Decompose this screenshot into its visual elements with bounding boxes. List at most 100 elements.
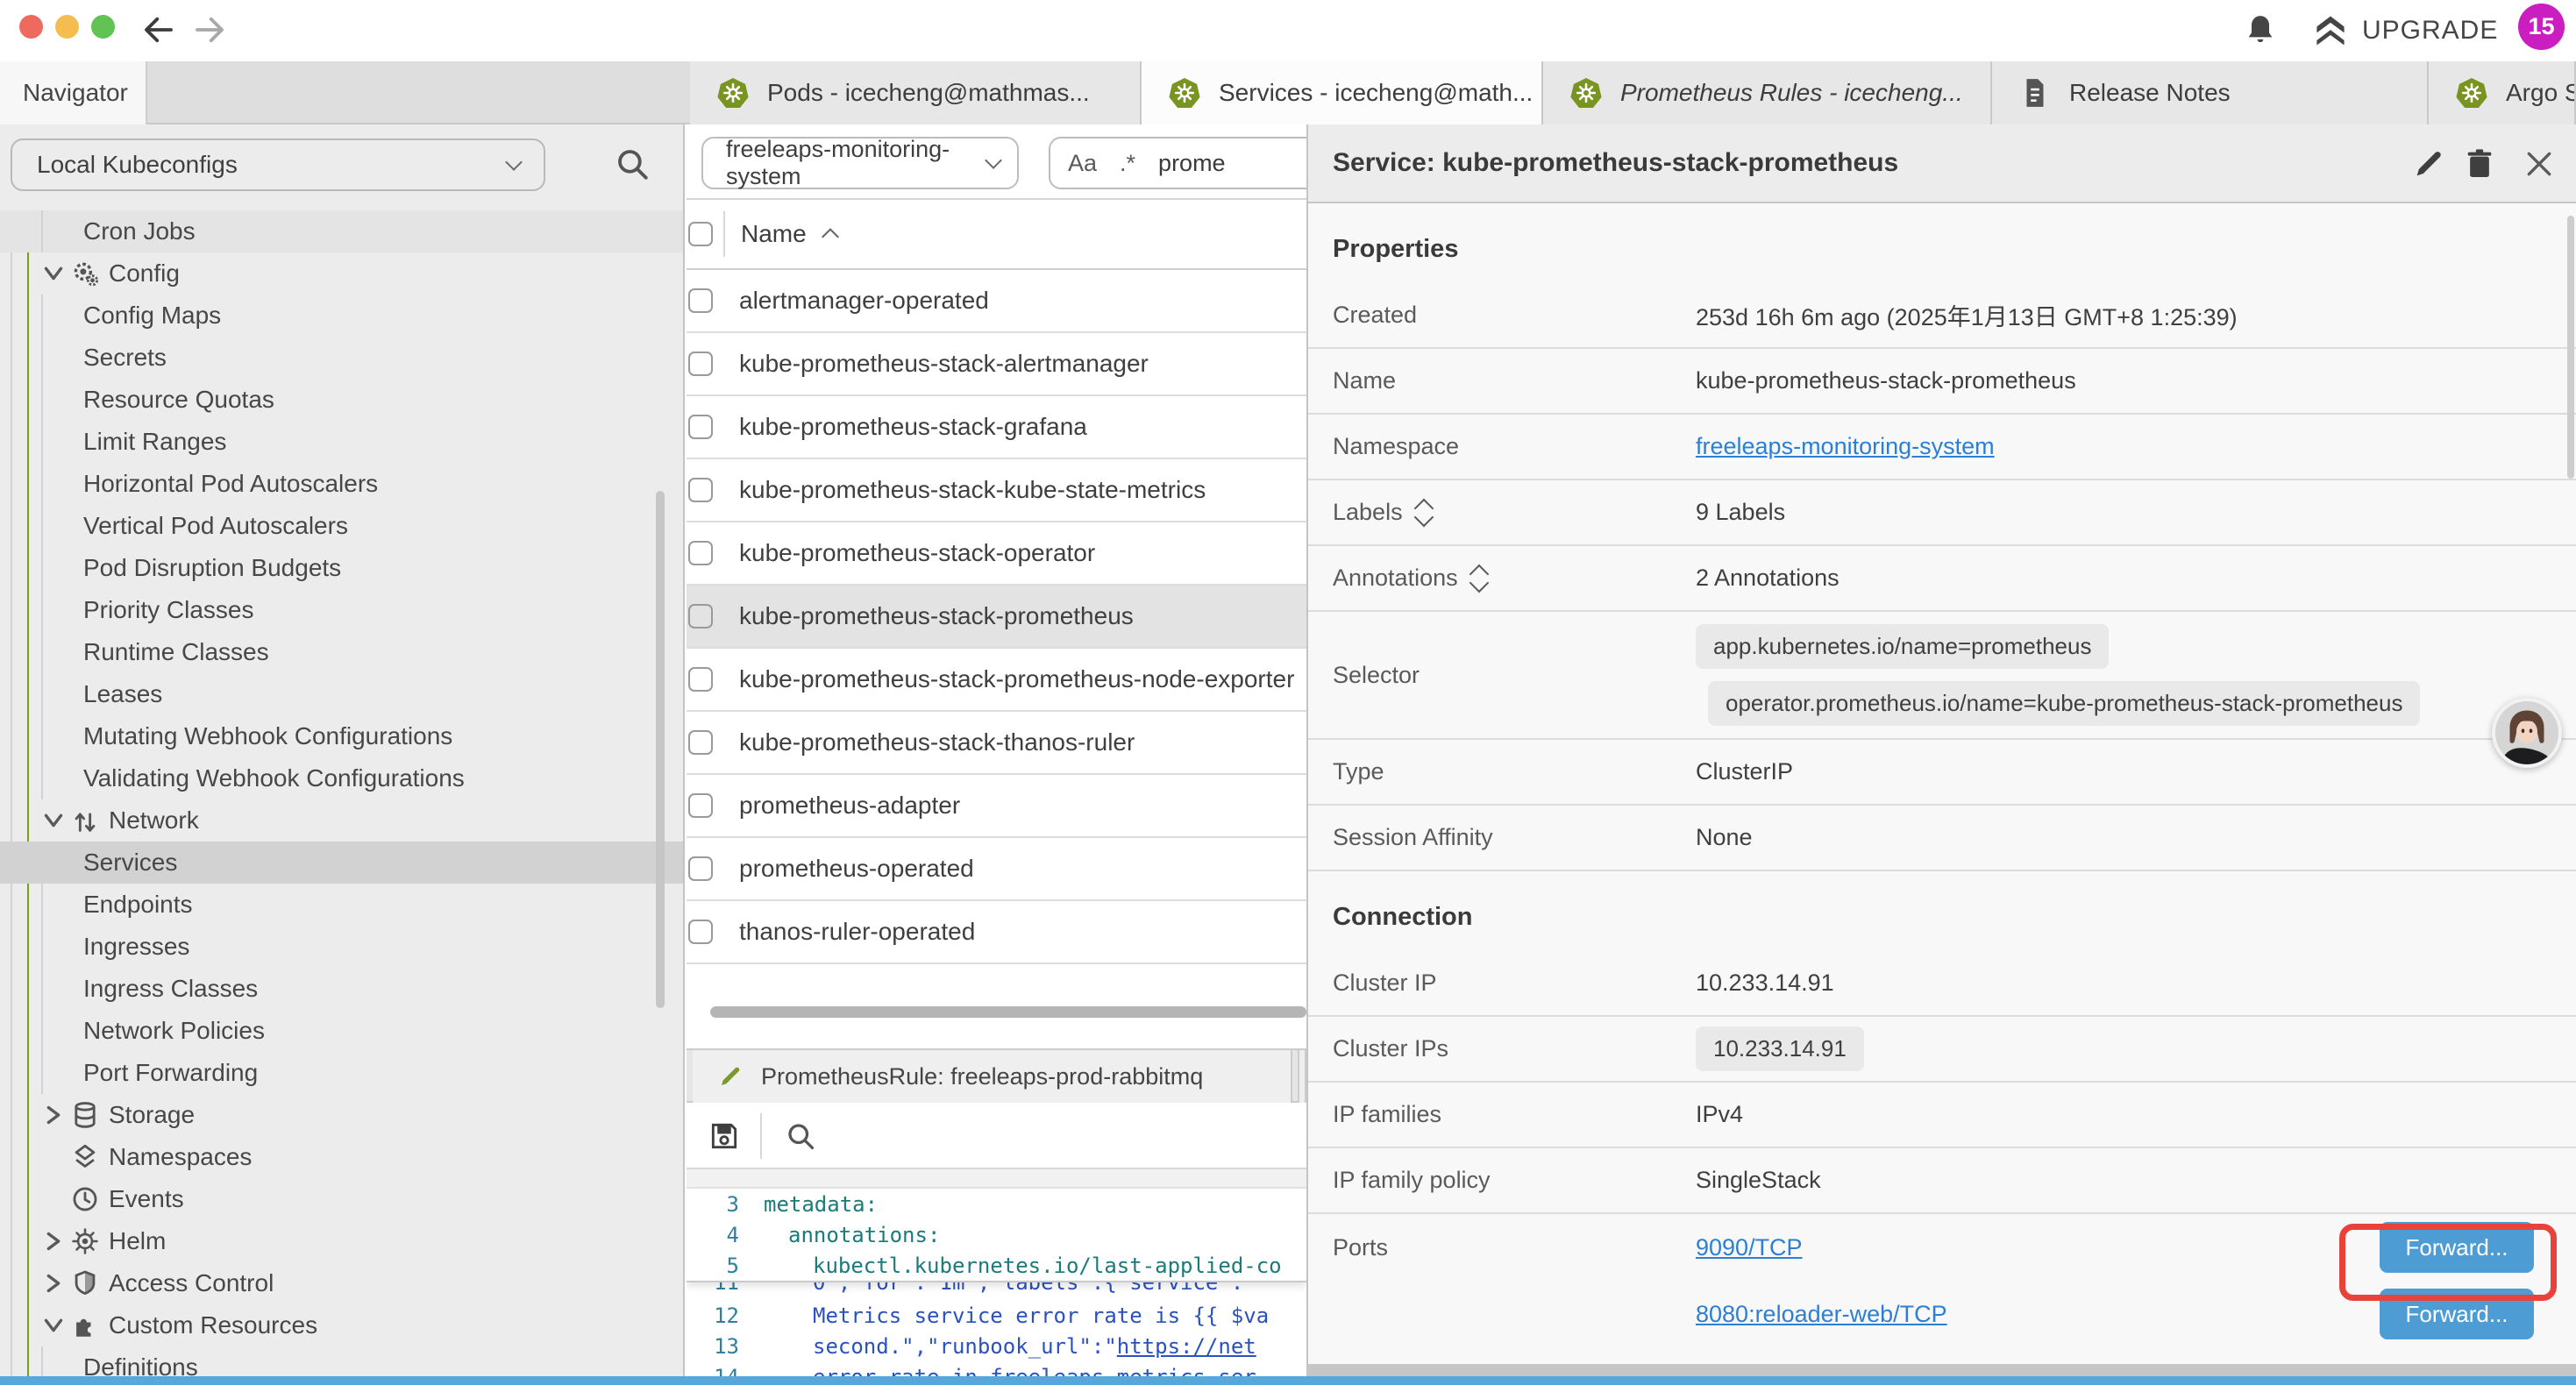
regex-icon[interactable]: .* bbox=[1120, 150, 1135, 177]
sidebar-item-port-forwarding[interactable]: Port Forwarding bbox=[0, 1052, 685, 1094]
row-checkbox[interactable] bbox=[688, 667, 713, 692]
sidebar-item-label: Network bbox=[109, 806, 199, 835]
table-row[interactable]: prometheus-operated bbox=[687, 838, 1306, 901]
forward-arrow-icon[interactable] bbox=[191, 11, 228, 48]
sidebar-item-storage[interactable]: Storage bbox=[0, 1094, 685, 1136]
editor-tab-partial[interactable] bbox=[1298, 1050, 1306, 1103]
row-checkbox[interactable] bbox=[688, 793, 713, 818]
sidebar-item-vertical-pod-autoscalers[interactable]: Vertical Pod Autoscalers bbox=[0, 505, 685, 547]
editor-search-icon[interactable] bbox=[785, 1120, 816, 1152]
tree-guide-segment bbox=[41, 295, 43, 337]
save-icon[interactable] bbox=[708, 1119, 741, 1153]
table-search-input[interactable]: Aa .* prome bbox=[1049, 137, 1306, 189]
delete-trash-icon[interactable] bbox=[2462, 146, 2497, 181]
table-row[interactable]: kube-prometheus-stack-thanos-ruler bbox=[687, 712, 1306, 775]
sidebar-item-helm[interactable]: Helm bbox=[0, 1220, 685, 1262]
table-row[interactable]: thanos-ruler-operated bbox=[687, 901, 1306, 964]
close-icon[interactable] bbox=[2522, 146, 2557, 181]
edit-pencil-icon[interactable] bbox=[2411, 146, 2446, 181]
expand-toggle-icon[interactable] bbox=[1472, 567, 1486, 590]
sidebar-item-priority-classes[interactable]: Priority Classes bbox=[0, 589, 685, 631]
chevron-right-icon[interactable] bbox=[39, 1268, 68, 1298]
sidebar-item-runtime-classes[interactable]: Runtime Classes bbox=[0, 631, 685, 673]
row-checkbox[interactable] bbox=[688, 541, 713, 565]
row-checkbox[interactable] bbox=[688, 478, 713, 502]
editor-link[interactable]: https://net bbox=[1117, 1334, 1256, 1359]
row-checkbox[interactable] bbox=[688, 920, 713, 944]
tab-release-notes[interactable]: Release Notes bbox=[1992, 61, 2429, 124]
table-row[interactable]: kube-prometheus-stack-prometheus bbox=[687, 586, 1306, 649]
sidebar-item-network[interactable]: Network bbox=[0, 799, 685, 842]
upgrade-label[interactable]: UPGRADE bbox=[2362, 16, 2498, 46]
sidebar-item-validating-webhook-configurations[interactable]: Validating Webhook Configurations bbox=[0, 757, 685, 799]
sidebar-item-namespaces[interactable]: Namespaces bbox=[0, 1136, 685, 1178]
sidebar-item-ingress-classes[interactable]: Ingress Classes bbox=[0, 968, 685, 1010]
window-zoom-button[interactable] bbox=[91, 15, 115, 39]
sort-ascending-icon[interactable] bbox=[819, 223, 842, 245]
chevron-down-icon[interactable] bbox=[39, 259, 68, 288]
sidebar-item-leases[interactable]: Leases bbox=[0, 673, 685, 715]
notification-count-badge[interactable]: 15 bbox=[2518, 4, 2565, 50]
tab-argo-se[interactable]: Argo Se bbox=[2429, 61, 2576, 124]
upgrade-chevrons-icon[interactable] bbox=[2311, 11, 2350, 50]
chevron-right-icon[interactable] bbox=[39, 1226, 68, 1256]
sidebar-item-ingresses[interactable]: Ingresses bbox=[0, 926, 685, 968]
notifications-bell-icon[interactable] bbox=[2243, 11, 2278, 49]
table-row[interactable]: kube-prometheus-stack-prometheus-node-ex… bbox=[687, 649, 1306, 712]
expand-toggle-icon[interactable] bbox=[1417, 501, 1431, 524]
sidebar-item-access-control[interactable]: Access Control bbox=[0, 1262, 685, 1304]
name-column-header[interactable]: Name bbox=[741, 220, 807, 248]
table-row[interactable]: kube-prometheus-stack-operator bbox=[687, 522, 1306, 586]
window-close-button[interactable] bbox=[19, 15, 43, 39]
namespace-link[interactable]: freeleaps-monitoring-system bbox=[1696, 433, 1995, 459]
sidebar-item-custom-resources[interactable]: Custom Resources bbox=[0, 1304, 685, 1346]
namespace-selector[interactable]: freeleaps-monitoring-system bbox=[701, 137, 1019, 189]
sidebar-item-mutating-webhook-configurations[interactable]: Mutating Webhook Configurations bbox=[0, 715, 685, 757]
table-row[interactable]: kube-prometheus-stack-kube-state-metrics bbox=[687, 459, 1306, 522]
sidebar-item-network-policies[interactable]: Network Policies bbox=[0, 1010, 685, 1052]
chevron-down-icon[interactable] bbox=[39, 1310, 68, 1340]
port-link[interactable]: 8080:reloader-web/TCP bbox=[1696, 1301, 1947, 1328]
row-checkbox[interactable] bbox=[688, 352, 713, 376]
table-row[interactable]: alertmanager-operated bbox=[687, 270, 1306, 333]
tab-prometheus-rules-icecheng[interactable]: Prometheus Rules - icecheng... bbox=[1543, 61, 1992, 124]
row-checkbox[interactable] bbox=[688, 415, 713, 439]
select-all-checkbox[interactable] bbox=[688, 222, 713, 246]
tab-pods-icecheng-mathmas[interactable]: Pods - icecheng@mathmas... bbox=[690, 61, 1142, 124]
sidebar-item-events[interactable]: Events bbox=[0, 1178, 685, 1220]
table-row[interactable]: kube-prometheus-stack-grafana bbox=[687, 396, 1306, 459]
sidebar-item-definitions[interactable]: Definitions bbox=[0, 1346, 685, 1378]
port-link[interactable]: 9090/TCP bbox=[1696, 1234, 1803, 1261]
sidebar-item-secrets[interactable]: Secrets bbox=[0, 337, 685, 379]
chevron-right-icon[interactable] bbox=[39, 1100, 68, 1130]
avatar[interactable] bbox=[2492, 698, 2562, 768]
sidebar-item-config-maps[interactable]: Config Maps bbox=[0, 295, 685, 337]
sidebar-item-config[interactable]: Config bbox=[0, 252, 685, 295]
match-case-icon[interactable]: Aa bbox=[1068, 150, 1097, 177]
kubeconfig-selector[interactable]: Local Kubeconfigs bbox=[11, 138, 545, 191]
row-checkbox[interactable] bbox=[688, 288, 713, 313]
sidebar-item-limit-ranges[interactable]: Limit Ranges bbox=[0, 421, 685, 463]
chevron-down-icon[interactable] bbox=[39, 806, 68, 835]
row-checkbox[interactable] bbox=[688, 730, 713, 755]
yaml-editor[interactable]: 3metadata:4annotations:5kubectl.kubernet… bbox=[687, 1168, 1306, 1378]
back-arrow-icon[interactable] bbox=[140, 11, 177, 48]
editor-tab-prometheusrule[interactable]: PrometheusRule: freeleaps-prod-rabbitmq bbox=[693, 1050, 1292, 1103]
sidebar-item-cron-jobs[interactable]: Cron Jobs bbox=[0, 210, 685, 252]
row-checkbox[interactable] bbox=[688, 604, 713, 629]
tab-services-icecheng-math[interactable]: Services - icecheng@math...× bbox=[1142, 61, 1543, 124]
table-row[interactable]: prometheus-adapter bbox=[687, 775, 1306, 838]
sidebar-scrollbar[interactable] bbox=[656, 491, 665, 1008]
window-minimize-button[interactable] bbox=[55, 15, 79, 39]
sidebar-item-pod-disruption-budgets[interactable]: Pod Disruption Budgets bbox=[0, 547, 685, 589]
row-checkbox[interactable] bbox=[688, 856, 713, 881]
sidebar-item-endpoints[interactable]: Endpoints bbox=[0, 884, 685, 926]
search-icon[interactable] bbox=[614, 146, 651, 182]
table-horizontal-scrollbar[interactable] bbox=[710, 1006, 1306, 1018]
sidebar-item-services[interactable]: Services bbox=[0, 842, 685, 884]
sidebar-item-resource-quotas[interactable]: Resource Quotas bbox=[0, 379, 685, 421]
navigator-tab[interactable]: Navigator bbox=[0, 61, 147, 124]
sidebar-item-horizontal-pod-autoscalers[interactable]: Horizontal Pod Autoscalers bbox=[0, 463, 685, 505]
drawer-scrollbar[interactable] bbox=[2567, 216, 2574, 479]
table-row[interactable]: kube-prometheus-stack-alertmanager bbox=[687, 333, 1306, 396]
